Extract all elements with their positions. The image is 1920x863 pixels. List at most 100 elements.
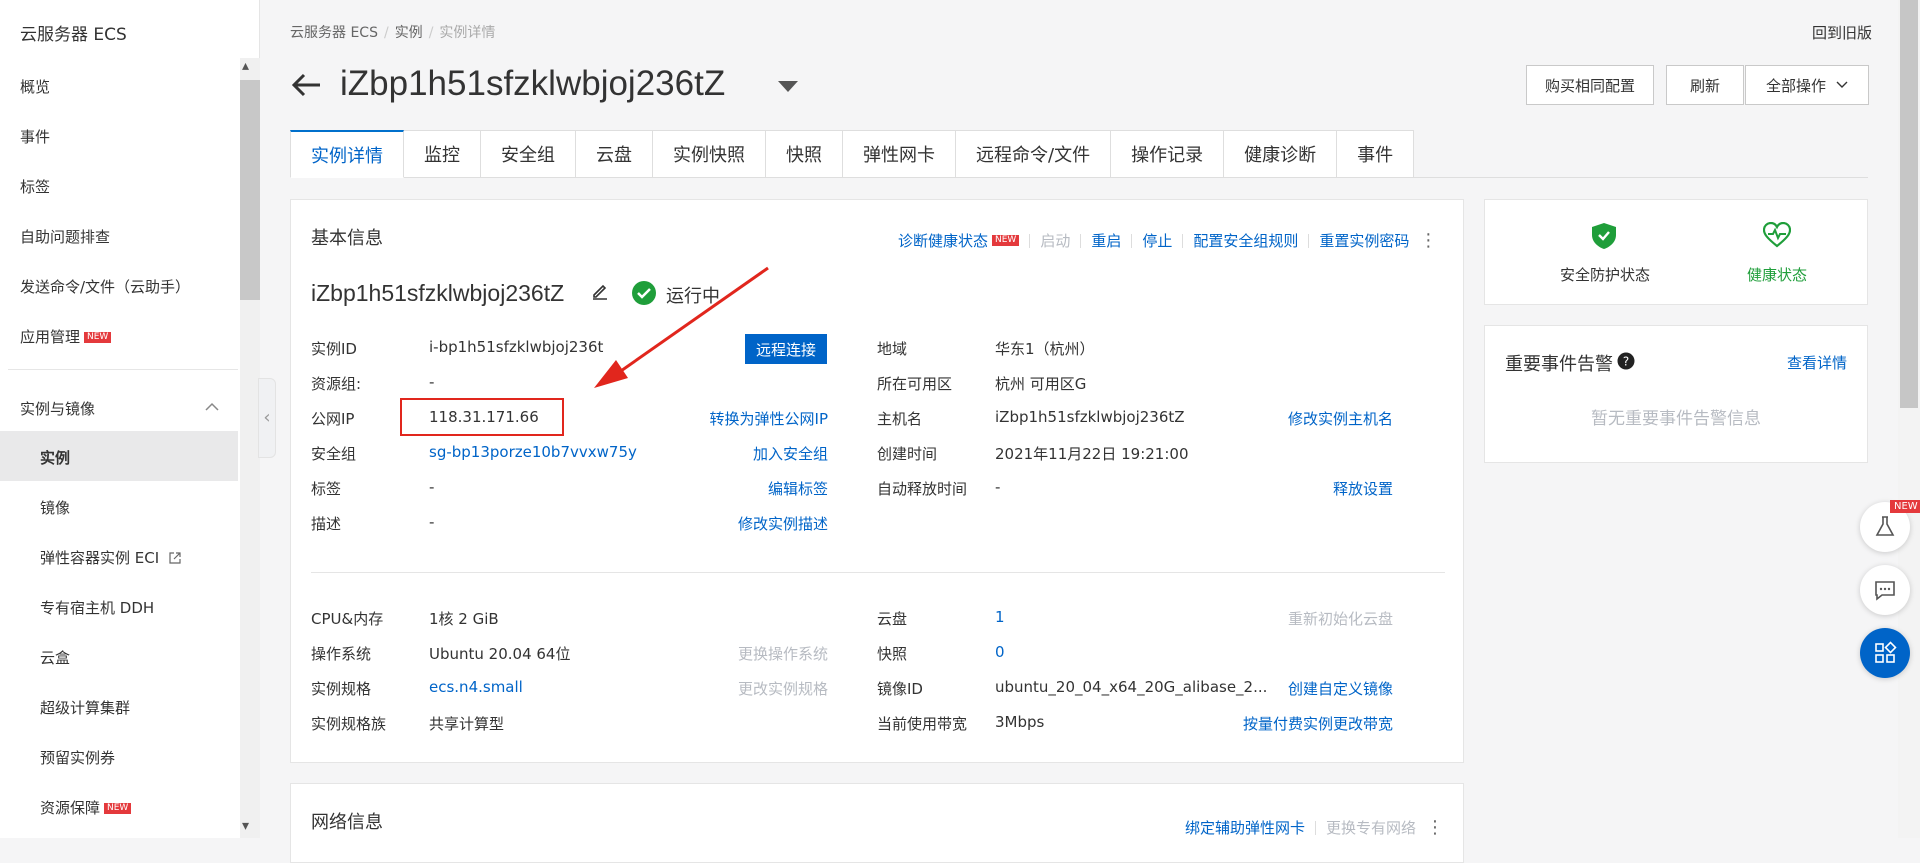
convert-eip-link[interactable]: 转换为弹性公网IP xyxy=(710,408,828,429)
field-label: 实例ID xyxy=(311,340,357,358)
sidebar-item-send-command[interactable]: 发送命令/文件（云助手） xyxy=(20,276,190,297)
sidebar-item-troubleshoot[interactable]: 自助问题排查 xyxy=(20,226,110,247)
all-operations-button[interactable]: 全部操作 xyxy=(1745,65,1869,105)
feedback-button[interactable] xyxy=(1860,565,1910,615)
tab-instance-details[interactable]: 实例详情 xyxy=(290,130,404,178)
refresh-button[interactable]: 刷新 xyxy=(1666,65,1744,105)
sidebar-item-supercomputing[interactable]: 超级计算集群 xyxy=(40,697,130,718)
edit-tags-link[interactable]: 编辑标签 xyxy=(768,478,828,499)
tab-disks[interactable]: 云盘 xyxy=(576,130,653,178)
tab-bar: 实例详情 监控 安全组 云盘 实例快照 快照 弹性网卡 远程命令/文件 操作记录… xyxy=(290,130,1868,178)
breadcrumb-ecs[interactable]: 云服务器 ECS xyxy=(290,25,378,41)
tab-operation-logs[interactable]: 操作记录 xyxy=(1111,130,1225,178)
security-status-label[interactable]: 安全防护状态 xyxy=(1545,264,1665,285)
created-time-value: 2021年11月22日 19:21:00 xyxy=(995,445,1189,463)
release-settings-link[interactable]: 释放设置 xyxy=(1333,478,1393,499)
sidebar-item-events[interactable]: 事件 xyxy=(20,126,50,147)
snapshot-count-link[interactable]: 0 xyxy=(995,643,1005,661)
field-label: 自动释放时间 xyxy=(877,480,968,498)
basic-info-title: 基本信息 xyxy=(311,228,383,249)
sidebar-item-resource-guarantee[interactable]: 资源保障 NEW xyxy=(40,797,132,818)
change-bandwidth-link[interactable]: 按量付费实例更改带宽 xyxy=(1243,713,1393,734)
field-label: 创建时间 xyxy=(877,445,938,463)
os-value: Ubuntu 20.04 64位 xyxy=(429,645,571,663)
external-link-icon xyxy=(169,552,181,564)
breadcrumb-instances[interactable]: 实例 xyxy=(395,25,423,41)
apps-grid-icon xyxy=(1875,641,1897,663)
reset-password-link[interactable]: 重置实例密码 xyxy=(1319,230,1409,251)
quick-apps-button[interactable] xyxy=(1860,628,1910,678)
cpu-memory-value: 1核 2 GiB xyxy=(429,610,499,628)
view-details-link[interactable]: 查看详情 xyxy=(1787,352,1847,373)
more-options-icon[interactable]: ⋮ xyxy=(1419,230,1437,251)
instance-type-link[interactable]: ecs.n4.small xyxy=(429,678,523,696)
stop-link[interactable]: 停止 xyxy=(1142,230,1172,251)
field-label: 快照 xyxy=(877,645,908,663)
tab-remote-commands[interactable]: 远程命令/文件 xyxy=(956,130,1112,178)
configure-sg-rules-link[interactable]: 配置安全组规则 xyxy=(1193,230,1298,251)
sidebar-item-cloud-box[interactable]: 云盒 xyxy=(40,647,70,668)
new-badge: NEW xyxy=(1890,500,1920,513)
sidebar-active-highlight xyxy=(0,431,238,481)
tab-security-groups[interactable]: 安全组 xyxy=(481,130,576,178)
sidebar-item-tags[interactable]: 标签 xyxy=(20,176,50,197)
help-icon[interactable]: ? xyxy=(1617,352,1635,370)
description-value: - xyxy=(429,513,435,531)
page-title: iZbp1h51sfzklwbjoj236tZ xyxy=(340,64,726,103)
hostname-value: iZbp1h51sfzklwbjoj236tZ xyxy=(995,408,1185,426)
sidebar-item-reserved-instances[interactable]: 预留实例券 xyxy=(40,747,115,768)
tab-health-diagnosis[interactable]: 健康诊断 xyxy=(1224,130,1338,178)
sidebar-item-ddh[interactable]: 专有宿主机 DDH xyxy=(40,597,154,618)
edit-hostname-link[interactable]: 修改实例主机名 xyxy=(1288,408,1393,429)
create-custom-image-link[interactable]: 创建自定义镜像 xyxy=(1288,678,1393,699)
field-label: 镜像ID xyxy=(877,680,923,698)
back-to-old-version-link[interactable]: 回到旧版 xyxy=(1812,22,1872,43)
scroll-up-icon[interactable]: ▴ xyxy=(242,58,249,74)
more-options-icon[interactable]: ⋮ xyxy=(1426,817,1444,838)
sidebar-collapse-button[interactable]: ‹ xyxy=(258,378,276,458)
page-scrollbar-thumb[interactable] xyxy=(1900,0,1918,408)
tab-monitoring[interactable]: 监控 xyxy=(404,130,481,178)
field-label: 资源组: xyxy=(311,375,362,393)
sidebar-item-eci[interactable]: 弹性容器实例 ECI xyxy=(40,547,182,568)
disk-count-link[interactable]: 1 xyxy=(995,608,1005,626)
diagnose-health-link[interactable]: 诊断健康状态 xyxy=(898,230,988,251)
sidebar-item-instances[interactable]: 实例 xyxy=(40,447,70,468)
health-status-label[interactable]: 健康状态 xyxy=(1717,264,1837,285)
flask-icon xyxy=(1875,516,1895,536)
bind-eni-link[interactable]: 绑定辅助弹性网卡 xyxy=(1185,817,1305,838)
sidebar-item-overview[interactable]: 概览 xyxy=(20,76,50,97)
join-security-group-link[interactable]: 加入安全组 xyxy=(753,443,828,464)
back-arrow-icon[interactable] xyxy=(290,70,324,100)
important-events-title: 重要事件告警 xyxy=(1505,354,1613,375)
tab-snapshots[interactable]: 快照 xyxy=(766,130,843,178)
sidebar-group-instances-images[interactable]: 实例与镜像 xyxy=(20,398,95,419)
field-label: 实例规格族 xyxy=(311,715,387,733)
tags-value: - xyxy=(429,478,435,496)
chevron-up-icon[interactable] xyxy=(205,402,219,412)
sidebar-item-label: 弹性容器实例 ECI xyxy=(40,549,160,567)
sidebar-scrollbar-thumb[interactable] xyxy=(240,80,260,300)
region-value: 华东1（杭州） xyxy=(995,340,1095,358)
tab-eni[interactable]: 弹性网卡 xyxy=(843,130,956,178)
new-badge: NEW xyxy=(84,332,112,343)
sidebar-item-images[interactable]: 镜像 xyxy=(40,497,70,518)
annotation-arrow xyxy=(594,266,769,388)
field-label: 当前使用带宽 xyxy=(877,715,968,733)
restart-link[interactable]: 重启 xyxy=(1091,230,1121,251)
important-events-panel: 重要事件告警 ? 查看详情 暂无重要事件告警信息 xyxy=(1484,325,1868,463)
reinit-disk-link: 重新初始化云盘 xyxy=(1287,610,1393,628)
sidebar-group-label: 实例与镜像 xyxy=(20,400,96,418)
security-group-link[interactable]: sg-bp13porze10b7vvxw75y xyxy=(429,443,637,461)
sidebar-title: 云服务器 ECS xyxy=(20,25,127,45)
caret-down-icon[interactable] xyxy=(778,81,798,92)
tab-events[interactable]: 事件 xyxy=(1337,130,1415,178)
tab-instance-snapshots[interactable]: 实例快照 xyxy=(653,130,766,178)
public-ip-highlight-box xyxy=(400,398,564,436)
buy-same-config-button[interactable]: 购买相同配置 xyxy=(1526,65,1654,105)
sidebar-item-label: 资源保障 xyxy=(40,799,101,817)
edit-description-link[interactable]: 修改实例描述 xyxy=(738,513,828,534)
scroll-down-icon[interactable]: ▾ xyxy=(242,818,249,834)
sidebar-item-app-management[interactable]: 应用管理 NEW xyxy=(20,326,112,347)
sidebar-item-label: 应用管理 xyxy=(20,328,81,346)
